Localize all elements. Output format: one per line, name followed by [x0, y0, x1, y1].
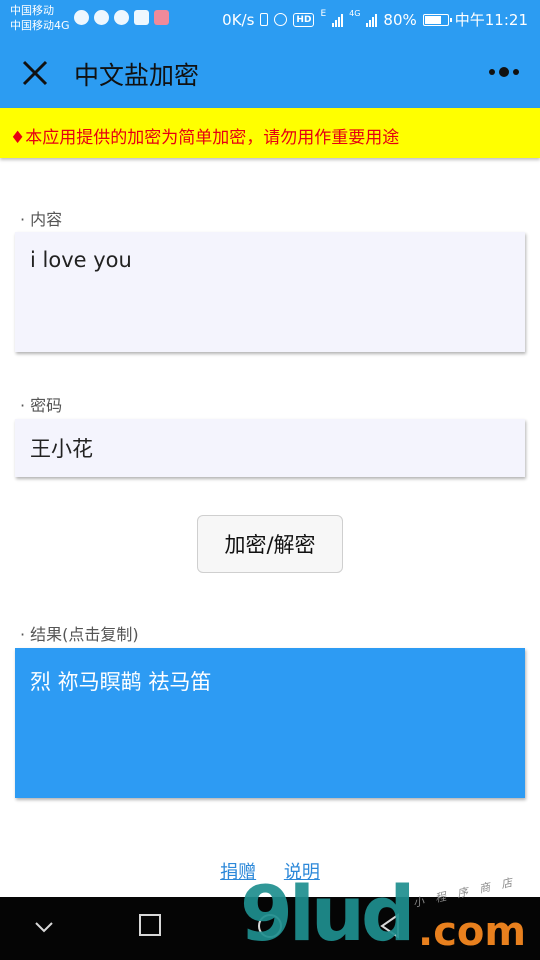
warning-banner: ♦本应用提供的加密为简单加密，请勿用作重要用途	[0, 108, 540, 158]
encrypt-decrypt-button[interactable]: 加密/解密	[197, 515, 343, 573]
app-icon	[94, 10, 109, 25]
signal-icon-1	[332, 13, 344, 27]
battery-icon	[422, 13, 452, 26]
password-input[interactable]: 王小花	[15, 419, 525, 477]
hd-badge: HD	[293, 12, 315, 27]
carrier-2: 中国移动4G	[10, 19, 70, 32]
watermark-domain: .com	[418, 909, 527, 955]
signal-icon-2	[366, 13, 378, 27]
net-4g-tag: 4G	[349, 9, 361, 18]
square-icon[interactable]	[139, 914, 161, 936]
more-icon[interactable]	[488, 64, 522, 80]
status-right: 0K/s HD E 4G 80% 中午11:21	[222, 9, 528, 30]
app-header: 中文盐加密	[0, 36, 540, 108]
calendar-icon	[134, 10, 149, 25]
chevron-down-icon[interactable]	[33, 915, 55, 939]
close-icon[interactable]	[20, 58, 50, 88]
page-title: 中文盐加密	[74, 61, 200, 90]
clock: 中午11:21	[454, 11, 528, 29]
result-label: · 结果(点击复制)	[20, 625, 139, 644]
carrier-info: 中国移动 中国移动4G	[10, 3, 70, 33]
net-speed: 0K/s	[222, 10, 255, 29]
watermark-logo: 9lud	[240, 869, 415, 958]
result-box[interactable]: 烈 祢马瞑鹋 祛马笛	[15, 648, 525, 798]
vibrate-icon	[260, 13, 269, 26]
battery-fill	[424, 15, 441, 24]
alarm-icon	[274, 13, 288, 26]
notification-icons	[74, 10, 169, 25]
content-label: · 内容	[20, 210, 63, 229]
content-input[interactable]: i love you	[15, 232, 525, 352]
carrier-1: 中国移动	[10, 4, 54, 17]
mail-icon	[154, 10, 169, 25]
warning-text: ♦本应用提供的加密为简单加密，请勿用作重要用途	[10, 128, 400, 148]
password-label: · 密码	[20, 396, 63, 415]
lte-tag: E	[320, 9, 327, 19]
battery-percent: 80%	[383, 10, 417, 29]
status-bar: 中国移动 中国移动4G 0K/s HD E 4G 80% 中午11:21	[0, 0, 540, 36]
message-icon	[114, 10, 129, 25]
wechat-icon	[74, 10, 89, 25]
